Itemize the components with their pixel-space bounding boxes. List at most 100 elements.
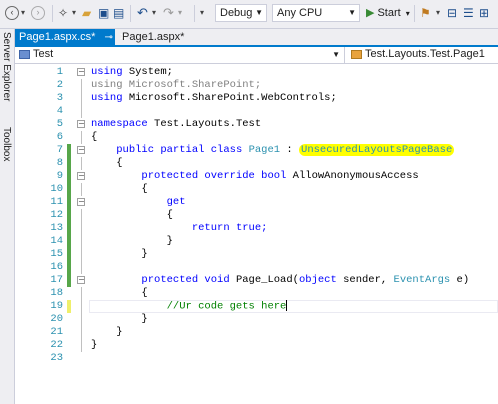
saved-change-marker xyxy=(67,209,71,222)
line-number: 7 xyxy=(56,144,63,156)
line-number: 14 xyxy=(50,235,63,247)
saved-change-marker xyxy=(67,196,71,209)
tab-page1-aspx[interactable]: Page1.aspx* xyxy=(118,29,188,45)
type-dropdown[interactable]: Test.Layouts.Test.Page1 xyxy=(347,47,498,63)
line-number: 23 xyxy=(50,352,63,364)
navigation-bar: Test ▼ Test.Layouts.Test.Page1 xyxy=(15,47,498,64)
back-icon[interactable]: ‹ xyxy=(5,6,19,20)
class-icon xyxy=(351,49,362,59)
line-number: 17 xyxy=(50,274,63,286)
new-project-dropdown-icon[interactable]: ▾ xyxy=(72,5,76,21)
undo-icon[interactable]: ↶ xyxy=(137,5,148,21)
saved-change-marker xyxy=(67,274,71,287)
collapse-icon[interactable]: − xyxy=(77,198,85,206)
line-number: 9 xyxy=(56,170,63,182)
outline-guide xyxy=(81,183,82,196)
class-view-icon[interactable]: ⊞ xyxy=(479,5,489,21)
saved-change-marker xyxy=(67,222,71,235)
line-number: 3 xyxy=(56,92,63,104)
line-number: 12 xyxy=(50,209,63,221)
unsaved-change-marker xyxy=(67,300,71,313)
toolbox-tab[interactable]: Toolbox xyxy=(1,127,12,161)
start-label: Start xyxy=(377,7,401,19)
outline-guide xyxy=(81,131,82,144)
line-number: 10 xyxy=(50,183,63,195)
outline-guide xyxy=(81,287,82,300)
outline-guide xyxy=(81,248,82,261)
solution-platform-value: Any CPU xyxy=(277,7,323,19)
open-folder-icon[interactable]: ▰ xyxy=(82,5,91,21)
tab-page1-aspx-cs[interactable]: Page1.aspx.cs* ⊸ ✕ xyxy=(15,29,127,45)
outline-guide xyxy=(81,92,82,105)
saved-change-marker xyxy=(67,170,71,183)
outline-guide xyxy=(81,300,82,313)
project-name: Test xyxy=(33,48,54,60)
save-all-icon[interactable]: ▤ xyxy=(113,5,124,21)
undo-dropdown-icon[interactable]: ▾ xyxy=(152,5,156,21)
saved-change-marker xyxy=(67,235,71,248)
project-dropdown[interactable]: Test ▼ xyxy=(15,47,345,63)
chevron-down-icon: ▼ xyxy=(332,50,340,59)
outline-guide xyxy=(81,79,82,92)
toolbar: ‹ ▾ › ✧ ▾ ▰ ▣ ▤ ↶ ▾ ↷ ▾ ▾ Debug ▼ Any CP… xyxy=(0,0,498,29)
line-number: 6 xyxy=(56,131,63,143)
line-number: 4 xyxy=(56,105,63,117)
start-button[interactable]: ▶ Start ▾ xyxy=(366,5,410,21)
redo-icon[interactable]: ↷ xyxy=(163,5,174,21)
type-name: Test.Layouts.Test.Page1 xyxy=(365,48,485,60)
base-class-highlight: UnsecuredLayoutsPageBase xyxy=(299,144,455,156)
outline-guide xyxy=(81,326,82,339)
save-icon[interactable]: ▣ xyxy=(98,5,109,21)
saved-change-marker xyxy=(67,261,71,274)
saved-change-marker xyxy=(67,183,71,196)
forward-icon[interactable]: › xyxy=(31,6,45,20)
line-number: 19 xyxy=(50,300,63,312)
outline-guide xyxy=(81,235,82,248)
line-number: 8 xyxy=(56,157,63,169)
tab-label: Page1.aspx* xyxy=(122,31,185,43)
line-number: 22 xyxy=(50,339,63,351)
outline-guide xyxy=(81,222,82,235)
back-dropdown-icon[interactable]: ▾ xyxy=(21,5,25,21)
outline-guide xyxy=(81,105,82,118)
pin-icon[interactable]: ⊸ xyxy=(105,32,113,43)
saved-change-marker xyxy=(67,157,71,170)
collapse-icon[interactable]: − xyxy=(77,146,85,154)
saved-change-marker xyxy=(67,248,71,261)
toolbar-options-icon[interactable]: ▾ xyxy=(200,5,204,21)
collapse-icon[interactable]: − xyxy=(77,68,85,76)
solution-config-value: Debug xyxy=(220,7,253,19)
line-number: 18 xyxy=(50,287,63,299)
solution-explorer-icon[interactable]: ⊟ xyxy=(447,5,457,21)
new-project-icon[interactable]: ✧ xyxy=(58,5,68,21)
outline-guide xyxy=(81,313,82,326)
line-number: 15 xyxy=(50,248,63,260)
collapse-icon[interactable]: − xyxy=(77,120,85,128)
line-number: 2 xyxy=(56,79,63,91)
solution-config-select[interactable]: Debug ▼ xyxy=(215,4,267,22)
play-icon: ▶ xyxy=(366,7,375,19)
collapse-icon[interactable]: − xyxy=(77,172,85,180)
side-panel: Server Explorer Toolbox xyxy=(0,29,15,404)
line-number: 16 xyxy=(50,261,63,273)
properties-icon[interactable]: ☰ xyxy=(463,5,474,21)
line-number: 21 xyxy=(50,326,63,338)
line-number: 5 xyxy=(56,118,63,130)
collapse-icon[interactable]: − xyxy=(77,276,85,284)
browser-link-icon[interactable]: ⚑ xyxy=(420,5,431,21)
line-number: 11 xyxy=(50,196,63,208)
tab-label: Page1.aspx.cs* xyxy=(19,31,96,43)
outline-guide xyxy=(81,157,82,170)
chevron-down-icon: ▼ xyxy=(348,8,356,17)
code-editor[interactable]: 1−2 3 4 5−6 7−8 9−10 11−12 13 14 15 16 17−18 19 20 21 2… xyxy=(15,64,498,404)
outline-guide xyxy=(81,261,82,274)
project-icon xyxy=(19,49,30,59)
server-explorer-tab[interactable]: Server Explorer xyxy=(1,32,12,101)
line-number: 13 xyxy=(50,222,63,234)
chevron-down-icon: ▾ xyxy=(405,9,410,18)
solution-platform-select[interactable]: Any CPU ▼ xyxy=(272,4,360,22)
outline-guide xyxy=(81,339,82,352)
browser-link-dropdown-icon[interactable]: ▾ xyxy=(436,5,440,21)
line-number: 20 xyxy=(50,313,63,325)
redo-dropdown-icon[interactable]: ▾ xyxy=(178,5,182,21)
